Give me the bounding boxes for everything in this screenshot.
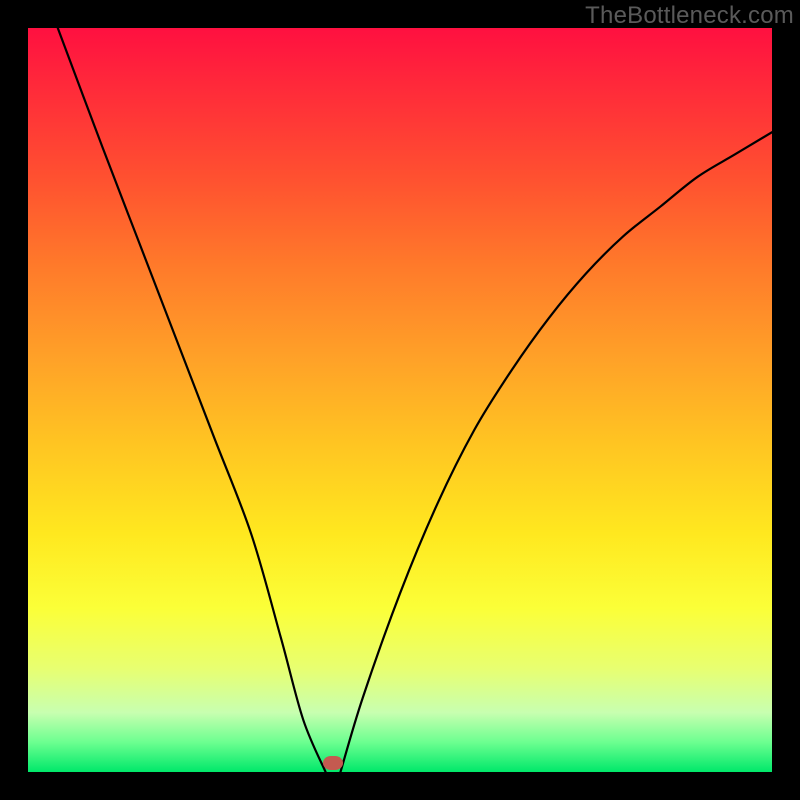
plot-area [28, 28, 772, 772]
left-branch-line [58, 28, 326, 772]
optimum-marker [323, 756, 343, 770]
right-branch-line [340, 132, 772, 772]
curve-layer [28, 28, 772, 772]
watermark-text: TheBottleneck.com [585, 2, 794, 30]
chart-frame: TheBottleneck.com [0, 0, 800, 800]
